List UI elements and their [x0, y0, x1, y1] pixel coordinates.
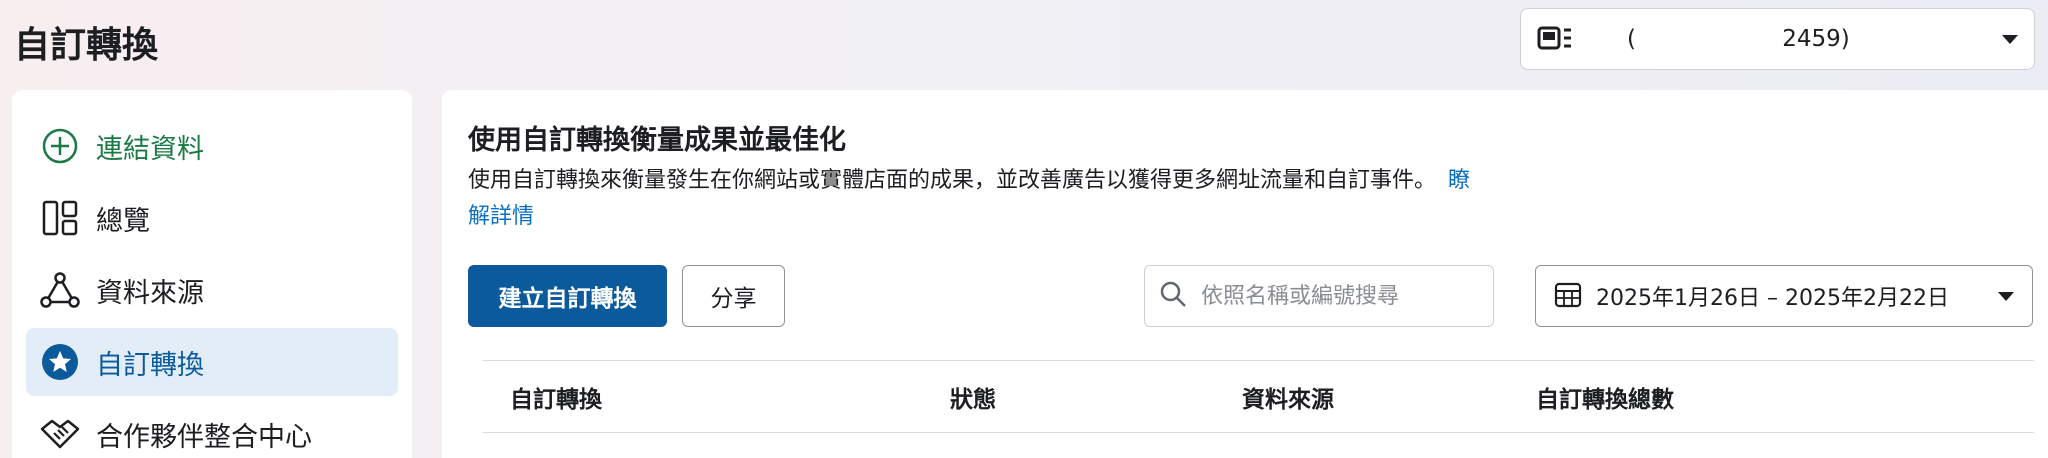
column-header-status[interactable]: 狀態 [950, 380, 996, 414]
column-header-data-source[interactable]: 資料來源 [1242, 380, 1334, 414]
date-range-value: 2025年1月26日 – 2025年2月22日 [1596, 286, 1949, 311]
search-input[interactable] [1201, 283, 1471, 309]
data-sources-icon [40, 270, 80, 310]
sidebar-item-connect-data[interactable]: 連結資料 [26, 112, 398, 180]
sidebar: 連結資料 總覽 資料來源 自訂轉換 合作夥伴整合中心 [12, 90, 412, 458]
account-selector-value: ( 2459) [1627, 26, 1850, 52]
search-box[interactable] [1144, 265, 1494, 327]
section-heading: 使用自訂轉換衡量成果並最佳化 [468, 125, 846, 156]
calendar-icon [1554, 280, 1582, 312]
search-icon [1159, 280, 1187, 312]
section-description: 使用自訂轉換來衡量發生在你網站或實體店面的成果，並改善廣告以獲得更多網址流量和自… [468, 163, 1488, 235]
sidebar-item-label: 連結資料 [96, 133, 204, 165]
conversions-table: 自訂轉換 狀態 資料來源 自訂轉換總數 [482, 360, 2034, 433]
description-text: 使用自訂轉換來衡量發生在你網站或實體店面的成果，並改善廣告以獲得更多網址流量和自… [468, 168, 1437, 193]
date-range-picker[interactable]: 2025年1月26日 – 2025年2月22日 [1535, 265, 2033, 327]
share-button[interactable]: 分享 [682, 265, 785, 327]
create-custom-conversion-button[interactable]: 建立自訂轉換 [468, 265, 667, 327]
dashboard-layout-icon [40, 198, 80, 238]
main-panel: 使用自訂轉換衡量成果並最佳化 使用自訂轉換來衡量發生在你網站或實體店面的成果，並… [442, 90, 2048, 458]
toolbar: 建立自訂轉換 分享 2025年1月26日 – 2025 [468, 265, 2033, 335]
plus-circle-icon [40, 126, 80, 166]
chevron-down-icon [2002, 34, 2018, 44]
sidebar-item-label: 資料來源 [96, 277, 204, 309]
column-header-custom-conversion[interactable]: 自訂轉換 [510, 380, 602, 414]
sidebar-item-label: 自訂轉換 [96, 349, 204, 381]
star-badge-icon [40, 342, 80, 382]
chevron-down-icon [1998, 291, 2014, 301]
account-selector[interactable]: ( 2459) [1520, 8, 2035, 70]
handshake-icon [40, 414, 80, 454]
sidebar-item-label: 合作夥伴整合中心 [96, 421, 312, 453]
sidebar-item-partner-integrations[interactable]: 合作夥伴整合中心 [26, 400, 398, 458]
sidebar-item-custom-conversions[interactable]: 自訂轉換 [26, 328, 398, 396]
sidebar-item-label: 總覽 [96, 205, 150, 237]
sidebar-item-data-sources[interactable]: 資料來源 [26, 256, 398, 324]
ad-account-icon [1537, 24, 1577, 54]
column-header-total-conversions[interactable]: 自訂轉換總數 [1536, 380, 1674, 414]
sidebar-item-overview[interactable]: 總覽 [26, 184, 398, 252]
page-title: 自訂轉換 [14, 25, 159, 66]
table-header: 自訂轉換 狀態 資料來源 自訂轉換總數 [482, 361, 2034, 433]
